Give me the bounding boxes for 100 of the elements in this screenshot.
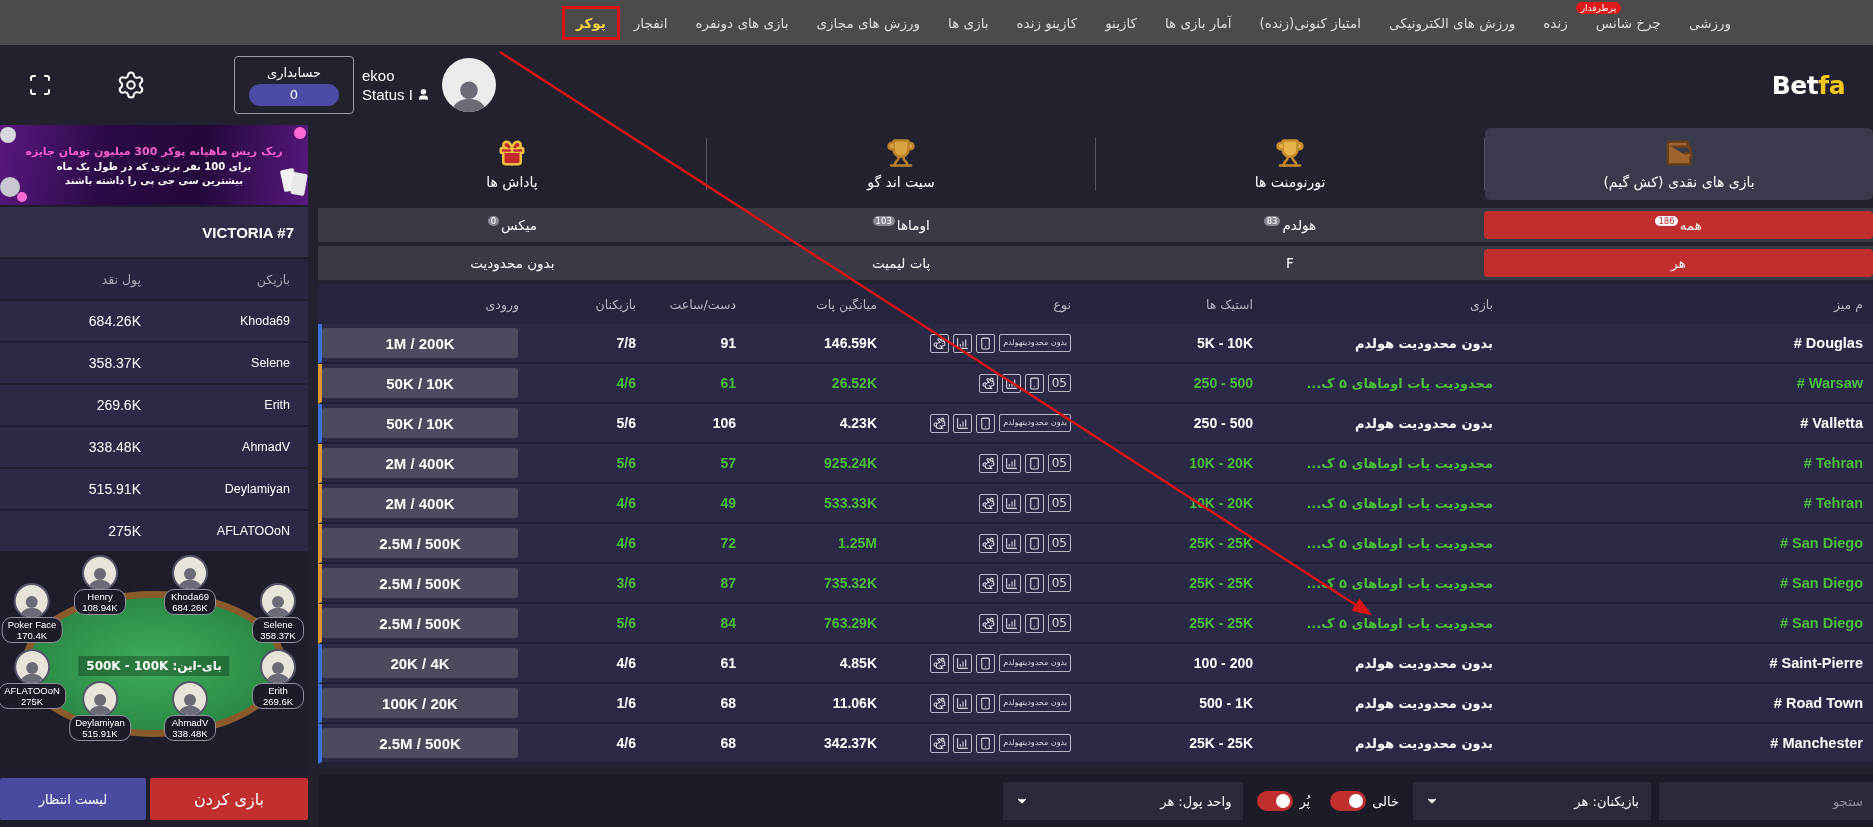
hands-per-hour: 61 xyxy=(719,655,737,671)
toggle-switch[interactable] xyxy=(1257,791,1294,811)
stakes: 25K - 25K xyxy=(1188,535,1254,551)
filter-tab[interactable]: بدون محدودیت xyxy=(318,249,707,277)
filter-tab[interactable]: F xyxy=(1095,249,1485,277)
average-pot: 146.59K xyxy=(823,335,878,351)
settings-icon[interactable] xyxy=(116,70,146,100)
count-badge: 186 xyxy=(1655,216,1678,226)
waitlist-button[interactable]: لیست انتظار xyxy=(0,778,146,820)
player-cash: 338.48K xyxy=(87,439,142,455)
play-button[interactable]: بازی کردن xyxy=(150,778,308,820)
fullscreen-icon[interactable] xyxy=(28,73,52,97)
nav-item[interactable]: کازینو زنده xyxy=(1002,5,1092,40)
phone-icon xyxy=(976,693,996,713)
game-name: بدون محدودیت هولدم xyxy=(1353,735,1494,751)
filter-tab[interactable]: پات لیمیت xyxy=(706,249,1096,277)
category-tab[interactable]: تورنومنت ها xyxy=(1096,128,1484,200)
column-header[interactable]: بازیکنان xyxy=(529,296,646,312)
column-header[interactable]: بازی xyxy=(1263,296,1503,312)
player-count: 5/6 xyxy=(615,455,637,471)
nav-item[interactable]: آمار بازی ها xyxy=(1151,5,1246,40)
buy-in-button[interactable]: 50K / 10K xyxy=(322,408,518,438)
nav-item[interactable]: کازینو xyxy=(1091,5,1151,40)
seat-label: AFLATOOoN 275K xyxy=(0,683,66,709)
column-header[interactable]: نوع xyxy=(887,296,1081,312)
hands-per-hour: 68 xyxy=(719,735,737,751)
currency-dropdown[interactable]: واحد پول: هر xyxy=(1003,782,1244,820)
hands-per-hour: 57 xyxy=(719,455,737,471)
seat-label: Henry 108.94K xyxy=(74,589,126,615)
filter-tab[interactable]: هر xyxy=(1484,249,1873,277)
nav-item[interactable]: بازی های دونفره xyxy=(681,5,803,40)
category-tab[interactable]: سیت اند گو xyxy=(707,128,1095,200)
column-header[interactable]: استیک ها xyxy=(1081,296,1263,312)
buy-in-button[interactable]: 100K / 20K xyxy=(322,688,518,718)
player-count: 5/6 xyxy=(615,615,637,631)
rabbit-icon xyxy=(978,493,998,513)
buy-in-button[interactable]: 2.5M / 500K xyxy=(322,528,518,558)
column-header[interactable]: م میز xyxy=(1503,296,1873,312)
category-tab[interactable]: پاداش ها xyxy=(318,128,706,200)
table-name: Warsaw # xyxy=(1795,375,1864,391)
phone-icon xyxy=(976,733,996,753)
seat-avatar[interactable] xyxy=(172,555,208,591)
cards-drawing xyxy=(280,127,308,197)
seat-avatar[interactable] xyxy=(14,649,50,685)
table-name: Tehran # xyxy=(1802,455,1864,471)
nav-item[interactable]: ورزش های مجازی xyxy=(802,5,935,40)
toggle-switch[interactable] xyxy=(1330,791,1367,811)
buy-in-button[interactable]: 1M / 200K xyxy=(322,328,518,358)
stakes: 100 - 200 xyxy=(1192,655,1254,671)
nav-item[interactable]: ورزشی xyxy=(1674,5,1745,40)
game-name: بدون محدودیت هولدم xyxy=(1353,335,1494,351)
stakes: 250 - 500 xyxy=(1192,375,1254,391)
player-name: Selene xyxy=(250,356,291,370)
seat-avatar[interactable] xyxy=(82,555,118,591)
rabbit-icon xyxy=(978,373,998,393)
user-name: ekoo xyxy=(362,67,395,84)
player-count: 1/6 xyxy=(615,695,637,711)
seat-avatar[interactable] xyxy=(260,583,296,619)
trophy-icon xyxy=(886,138,916,168)
table-name: Douglas # xyxy=(1792,335,1864,351)
game-name: بدون محدودیت هولدم xyxy=(1353,415,1494,431)
nav-item[interactable]: ورزش های الکترونیکی xyxy=(1374,5,1530,40)
type-badge: بدون محدودیتهولدم xyxy=(999,654,1071,672)
buy-in-button[interactable]: 2M / 400K xyxy=(322,448,518,478)
bar-chart-icon xyxy=(1001,613,1021,633)
buy-in-button[interactable]: 50K / 10K xyxy=(322,368,518,398)
nav-item[interactable]: امتیاز کنونی(زنده) xyxy=(1245,5,1375,40)
buy-in-button[interactable]: 2.5M / 500K xyxy=(322,728,518,758)
promo-banner[interactable]: ریک ریس ماهیانه پوکر 300 میلیون تومان جایزه برای 100 نفر برتری که در طول یک ماه بیشترین سی جی پی را داشته باشند xyxy=(0,125,308,205)
average-pot: 533.33K xyxy=(823,495,878,511)
buy-in-button[interactable]: 2.5M / 500K xyxy=(322,608,518,638)
column-header[interactable]: ورودی xyxy=(318,296,529,312)
column-header[interactable]: میانگین پات xyxy=(746,296,887,312)
category-tab[interactable]: بازی های نقدی (کش گیم) xyxy=(1485,128,1873,200)
game-name: محدودیت پات اوماهای ۵ ک... xyxy=(1305,535,1494,551)
hands-per-hour: 84 xyxy=(719,615,737,631)
trophy-icon xyxy=(1275,138,1305,168)
type-badge: 05 xyxy=(1047,574,1071,592)
average-pot: 11.06K xyxy=(831,695,878,711)
bar-chart-icon xyxy=(1001,573,1021,593)
seat-avatar[interactable] xyxy=(14,583,50,619)
type-badge: 05 xyxy=(1047,534,1071,552)
buy-in-button[interactable]: 2M / 400K xyxy=(322,488,518,518)
bar-chart-icon xyxy=(953,333,973,353)
players-dropdown[interactable]: بازیکنان: هر xyxy=(1413,782,1651,820)
count-badge: 83 xyxy=(1263,216,1281,226)
nav-item[interactable]: انفجار xyxy=(619,5,682,40)
buy-in-button[interactable]: 2.5M / 500K xyxy=(322,568,518,598)
player-count: 4/6 xyxy=(615,735,637,751)
table-name: Saint-Pierre # xyxy=(1768,655,1864,671)
buy-in-button[interactable]: 20K / 4K xyxy=(322,648,518,678)
gift-icon xyxy=(497,138,527,168)
stakes: 25K - 25K xyxy=(1188,735,1254,751)
column-header[interactable]: دست/ساعت xyxy=(646,296,746,312)
nav-item[interactable]: پوکر xyxy=(562,5,620,40)
nav-item[interactable]: بازی ها xyxy=(934,5,1003,40)
logo[interactable]: Betfa xyxy=(1771,70,1845,100)
search-field[interactable]: ستجو xyxy=(1659,782,1873,820)
nav-badge: پرطرفدار xyxy=(1575,1,1622,14)
hands-per-hour: 61 xyxy=(719,375,737,391)
